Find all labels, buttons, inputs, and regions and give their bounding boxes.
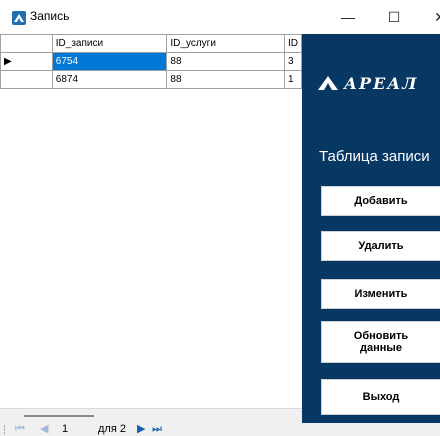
table-row[interactable]: 6874 88 1 [0, 70, 302, 89]
add-button[interactable]: Добавить [321, 186, 440, 216]
toolbar-grip[interactable] [4, 425, 7, 435]
side-panel: АРЕАЛ Таблица записи Добавить Удалить Из… [302, 34, 440, 423]
scrollbar-thumb[interactable] [24, 415, 94, 417]
row-indicator[interactable] [0, 70, 53, 89]
move-previous-icon[interactable]: ◀ [40, 423, 48, 436]
column-header-id[interactable]: ID [283, 34, 302, 53]
minimize-button[interactable]: — [325, 0, 371, 34]
grid-background [0, 34, 302, 423]
table-cell[interactable]: 88 [166, 70, 285, 89]
records-table: ID_записи ID_услуги ID ▶ 6754 88 3 6874 … [0, 34, 302, 89]
row-header-corner[interactable] [0, 34, 53, 53]
panel-title: Таблица записи [319, 148, 430, 165]
brand-logo: АРЕАЛ [318, 74, 440, 94]
table-cell[interactable]: 3 [283, 52, 302, 71]
refresh-button-label: Обновить данные [353, 330, 409, 354]
maximize-button[interactable]: ☐ [371, 0, 417, 34]
table-cell[interactable]: 88 [166, 52, 285, 71]
move-last-icon[interactable]: ⏭ [152, 423, 162, 436]
table-cell[interactable]: 1 [283, 70, 302, 89]
move-next-icon[interactable]: ▶ [137, 423, 145, 436]
column-header-id-uslugi[interactable]: ID_услуги [166, 34, 285, 53]
title-bar: Запись — ☐ ✕ [0, 0, 440, 34]
header-row: ID_записи ID_услуги ID [0, 34, 302, 53]
logo-text: АРЕАЛ [344, 74, 419, 93]
logo-mountain-icon [318, 75, 338, 94]
exit-button[interactable]: Выход [321, 379, 440, 415]
data-grid[interactable]: ID_записи ID_услуги ID ▶ 6754 88 3 6874 … [0, 34, 302, 423]
refresh-button[interactable]: Обновить данные [321, 321, 440, 363]
window-title: Запись [30, 9, 70, 23]
table-cell[interactable]: 6874 [51, 70, 168, 89]
delete-button[interactable]: Удалить [321, 231, 440, 261]
column-header-id-zapisi[interactable]: ID_записи [51, 34, 168, 53]
count-label: для 2 [98, 423, 126, 435]
table-row[interactable]: ▶ 6754 88 3 [0, 52, 302, 71]
edit-button[interactable]: Изменить [321, 279, 440, 309]
row-indicator[interactable]: ▶ [0, 52, 53, 71]
close-button[interactable]: ✕ [417, 0, 440, 34]
app-logo-icon [12, 11, 26, 25]
move-first-icon[interactable]: ⏮ [15, 423, 25, 436]
position-field[interactable]: 1 [62, 423, 68, 436]
horizontal-scrollbar[interactable] [0, 408, 302, 423]
binding-navigator: ⏮ ◀ 1 для 2 ▶ ⏭ [0, 423, 440, 436]
table-cell[interactable]: 6754 [51, 52, 168, 71]
